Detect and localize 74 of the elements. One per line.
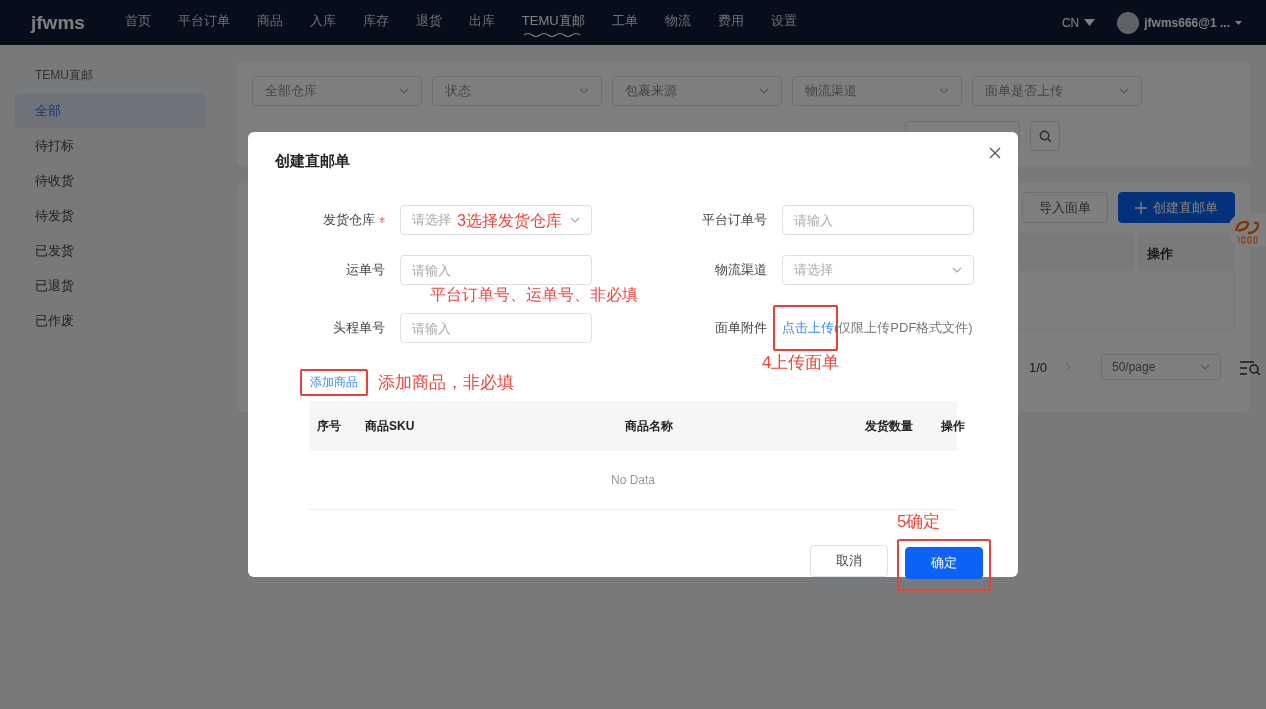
chevron-down-icon xyxy=(1200,364,1210,370)
nav-tab[interactable]: 费用 xyxy=(717,8,744,37)
nav-tab[interactable]: 工单 xyxy=(611,8,638,37)
sidebar-item[interactable]: 全部 xyxy=(15,94,206,128)
field-label: 平台订单号 xyxy=(702,211,767,229)
nav-tab[interactable]: TEMU直邮 xyxy=(521,8,585,37)
column-header: 序号 xyxy=(317,417,342,435)
input-field[interactable]: 请输入 xyxy=(782,205,974,235)
select-field[interactable]: 请选择 xyxy=(782,255,974,285)
sidebar-item[interactable]: 待打标 xyxy=(15,129,206,163)
nav-tab[interactable]: 设置 xyxy=(770,8,797,37)
nav-tab[interactable]: 库存 xyxy=(362,8,389,37)
field-label: 头程单号 xyxy=(333,319,385,337)
close-icon[interactable] xyxy=(989,147,1001,159)
add-product-link[interactable]: 添加商品 xyxy=(310,375,358,389)
nav-tab[interactable]: 平台订单 xyxy=(177,8,230,37)
chevron-down-icon xyxy=(570,217,580,223)
page-indicator: 1/0 xyxy=(1028,359,1047,375)
column-header: 商品SKU xyxy=(365,417,416,435)
nav-tab[interactable]: 物流 xyxy=(664,8,691,37)
select-field[interactable]: 请选择 3选择发货仓库 xyxy=(400,205,592,235)
list-search-icon[interactable] xyxy=(1240,361,1262,375)
annotation-text: 4上传面单 xyxy=(762,352,840,374)
filter-select[interactable]: 全部仓库 xyxy=(252,76,422,106)
search-icon xyxy=(1038,129,1052,143)
field-label: 物流渠道 xyxy=(715,261,767,279)
input-field[interactable]: 请输入 xyxy=(400,313,592,343)
filter-select[interactable]: 物流渠道 xyxy=(792,76,962,106)
toolbar-button[interactable]: 导入面单 xyxy=(1022,192,1108,223)
user-menu[interactable]: jfwms666@1 ... xyxy=(1117,11,1242,34)
column-header: 发货数量 xyxy=(864,417,913,435)
sidebar-item[interactable]: 已发货 xyxy=(15,234,206,268)
language-selector[interactable]: CN xyxy=(1061,15,1096,30)
cancel-button[interactable]: 取消 xyxy=(810,545,888,577)
upload-hint: (仅限上传PDF格式文件) xyxy=(834,319,973,337)
column-header: 商品名称 xyxy=(624,417,674,435)
chevron-down-icon xyxy=(399,88,409,94)
chevron-down-icon xyxy=(939,88,949,94)
sidebar-title: TEMU直邮 xyxy=(34,67,94,84)
column-header: 操作 xyxy=(940,417,965,435)
search-button[interactable] xyxy=(1030,121,1060,151)
nav-tab[interactable]: 商品 xyxy=(256,8,283,37)
caret-icon xyxy=(1084,19,1096,26)
field-label: 发货仓库 xyxy=(323,211,375,229)
annotation-text: 添加商品，非必填 xyxy=(378,372,514,394)
annotation-text: 3选择发货仓库 xyxy=(457,211,562,231)
chevron-down-icon xyxy=(759,88,769,94)
confirm-button[interactable]: 确定 xyxy=(905,547,983,579)
page-size-select[interactable]: 50/page xyxy=(1101,354,1221,380)
field-label: 面单附件 xyxy=(715,319,767,337)
chevron-down-icon xyxy=(579,88,589,94)
annotation-text: 5确定 xyxy=(897,511,941,533)
sidebar-item[interactable]: 已退货 xyxy=(15,269,206,303)
input-field[interactable]: 请输入 xyxy=(400,255,592,285)
logo: jfwms xyxy=(31,11,85,34)
avatar xyxy=(1117,11,1140,34)
dialog-title: 创建直邮单 xyxy=(275,152,351,171)
sidebar-item[interactable]: 已作废 xyxy=(15,304,206,338)
toolbar-button[interactable]: 创建直邮单 xyxy=(1118,192,1235,223)
chevron-down-icon xyxy=(1119,88,1129,94)
annotation-text: 平台订单号、运单号、非必填 xyxy=(430,285,638,304)
empty-text: No Data xyxy=(611,473,655,487)
wave-underline-icon xyxy=(524,32,583,37)
nav-tab[interactable]: 入库 xyxy=(309,8,336,37)
chevron-down-icon xyxy=(952,267,962,273)
upload-link[interactable]: 点击上传 xyxy=(782,320,834,335)
sidebar-item[interactable]: 待发货 xyxy=(15,199,206,233)
nav-tab[interactable]: 首页 xyxy=(124,8,151,37)
field-label: 运单号 xyxy=(346,261,385,279)
caret-icon xyxy=(1235,20,1242,25)
sidebar-item[interactable]: 待收货 xyxy=(15,164,206,198)
nav-tab[interactable]: 退货 xyxy=(415,8,442,37)
nav-tab[interactable]: 出库 xyxy=(468,8,495,37)
plus-icon xyxy=(1135,201,1147,214)
